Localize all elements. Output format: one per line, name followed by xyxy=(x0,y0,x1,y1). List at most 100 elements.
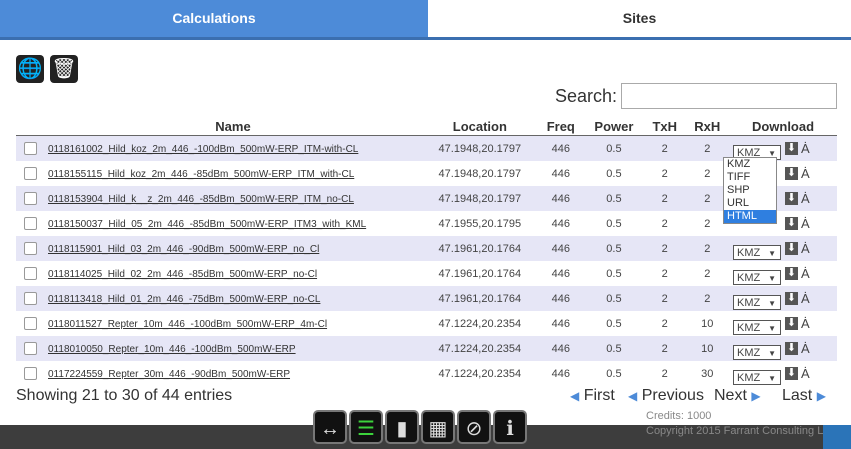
pdf-icon[interactable]: Ȧ xyxy=(801,341,810,356)
calculation-link[interactable]: 0118115901_Hild_03_2m_446_-90dBm_500mW-E… xyxy=(48,244,319,255)
name-cell: 0118153904_Hild_k__z_2m_446_-85dBm_500mW… xyxy=(44,186,422,211)
row-checkbox[interactable] xyxy=(23,367,37,380)
resize-arrows-icon[interactable]: ↔ xyxy=(313,410,347,444)
power-cell: 0.5 xyxy=(583,236,644,261)
table-row: 0118113418_Hild_01_2m_446_-75dBm_500mW-E… xyxy=(16,286,837,311)
pager-previous[interactable]: ◀ Previous xyxy=(628,387,704,405)
format-dropdown-list[interactable]: KMZ TIFF SHP URL HTML xyxy=(723,157,777,224)
header-freq[interactable]: Freq xyxy=(537,117,584,136)
header-name[interactable]: Name xyxy=(44,117,422,136)
freq-cell: 446 xyxy=(537,161,584,186)
row-checkbox[interactable] xyxy=(23,167,37,180)
download-icon[interactable]: ⬇ xyxy=(785,217,798,230)
dropdown-option[interactable]: HTML xyxy=(724,210,776,223)
download-icon[interactable]: ⬇ xyxy=(785,242,798,255)
power-cell: 0.5 xyxy=(583,135,644,161)
dropdown-option[interactable]: URL xyxy=(724,197,776,210)
row-checkbox[interactable] xyxy=(23,192,37,205)
download-icon[interactable]: ⬇ xyxy=(785,167,798,180)
pager-next[interactable]: Next ▶ xyxy=(714,387,761,405)
first-label: First xyxy=(583,387,615,404)
header-txh[interactable]: TxH xyxy=(643,117,686,136)
pager-first[interactable]: ◀ First xyxy=(570,387,615,405)
pdf-icon[interactable]: Ȧ xyxy=(801,316,810,331)
calculation-link[interactable]: 0118155115_Hild_koz_2m_446_-85dBm_500mW-… xyxy=(48,169,354,180)
row-checkbox[interactable] xyxy=(23,142,37,155)
table-row: 0118011527_Repter_10m_446_-100dBm_500mW-… xyxy=(16,311,837,336)
calculation-link[interactable]: 0118114025_Hild_02_2m_446_-85dBm_500mW-E… xyxy=(48,269,317,280)
header-location[interactable]: Location xyxy=(422,117,538,136)
download-icon[interactable]: ⬇ xyxy=(785,267,798,280)
location-cell: 47.1961,20.1764 xyxy=(422,261,538,286)
bar-chart-icon[interactable]: ▮ xyxy=(385,410,419,444)
pdf-icon[interactable]: Ȧ xyxy=(801,266,810,281)
download-icon[interactable]: ⬇ xyxy=(785,367,798,380)
pager-last[interactable]: Last ▶ xyxy=(782,387,826,405)
format-select[interactable]: KMZ ▼ xyxy=(733,295,781,310)
freq-cell: 446 xyxy=(537,261,584,286)
header-power[interactable]: Power xyxy=(583,117,644,136)
calculation-link[interactable]: 0118010050_Repter_10m_446_-100dBm_500mW-… xyxy=(48,344,296,355)
row-checkbox[interactable] xyxy=(23,317,37,330)
pdf-icon[interactable]: Ȧ xyxy=(801,366,810,381)
format-select[interactable]: KMZ ▼ xyxy=(733,270,781,285)
calculation-link[interactable]: 0118153904_Hild_k__z_2m_446_-85dBm_500mW… xyxy=(48,194,354,205)
pdf-icon[interactable]: Ȧ xyxy=(801,241,810,256)
download-icon[interactable]: ⬇ xyxy=(785,192,798,205)
download-cell: KMZ ▼ ⬇ Ȧ xyxy=(729,336,837,361)
row-checkbox-cell xyxy=(16,135,44,161)
location-cell: 47.1948,20.1797 xyxy=(422,186,538,211)
row-checkbox[interactable] xyxy=(23,267,37,280)
download-icon[interactable]: ⬇ xyxy=(785,317,798,330)
row-checkbox[interactable] xyxy=(23,242,37,255)
location-cell: 47.1948,20.1797 xyxy=(422,161,538,186)
dropdown-option[interactable]: SHP xyxy=(724,184,776,197)
location-cell: 47.1224,20.2354 xyxy=(422,311,538,336)
header-rxh[interactable]: RxH xyxy=(685,117,729,136)
freq-cell: 446 xyxy=(537,236,584,261)
dropdown-option[interactable]: TIFF xyxy=(724,171,776,184)
info-icon[interactable]: ℹ xyxy=(493,410,527,444)
format-select[interactable]: KMZ ▼ xyxy=(733,370,781,385)
row-checkbox[interactable] xyxy=(23,292,37,305)
location-cell: 47.1955,20.1795 xyxy=(422,211,538,236)
pdf-icon[interactable]: Ȧ xyxy=(801,291,810,306)
name-cell: 0118114025_Hild_02_2m_446_-85dBm_500mW-E… xyxy=(44,261,422,286)
dropdown-option[interactable]: KMZ xyxy=(724,158,776,171)
calculation-link[interactable]: 0118150037_Hild_05_2m_446_-85dBm_500mW-E… xyxy=(48,219,366,230)
calculation-link[interactable]: 0117224559_Repter_30m_446_-90dBm_500mW-E… xyxy=(48,369,290,380)
tab-calculations[interactable]: Calculations xyxy=(0,0,428,37)
download-icon[interactable]: ⬇ xyxy=(785,142,798,155)
tab-sites[interactable]: Sites xyxy=(428,0,851,37)
row-checkbox-cell xyxy=(16,261,44,286)
trash-icon[interactable]: 🗑 xyxy=(50,55,78,83)
calculation-link[interactable]: 0118011527_Repter_10m_446_-100dBm_500mW-… xyxy=(48,319,327,330)
database-icon[interactable]: ☰ xyxy=(349,410,383,444)
name-cell: 0118010050_Repter_10m_446_-100dBm_500mW-… xyxy=(44,336,422,361)
download-icon[interactable]: ⬇ xyxy=(785,292,798,305)
download-cell: KMZ ▼ ⬇ Ȧ xyxy=(729,236,837,261)
row-checkbox[interactable] xyxy=(23,342,37,355)
search-input[interactable] xyxy=(621,83,837,109)
calculation-link[interactable]: 0118161002_Hild_koz_2m_446_-100dBm_500mW… xyxy=(48,144,358,155)
txh-cell: 2 xyxy=(643,236,686,261)
txh-cell: 2 xyxy=(643,286,686,311)
download-icon[interactable]: ⬇ xyxy=(785,342,798,355)
calculation-link[interactable]: 0118113418_Hild_01_2m_446_-75dBm_500mW-E… xyxy=(48,294,320,305)
pdf-icon[interactable]: Ȧ xyxy=(801,191,810,206)
last-label: Last xyxy=(782,387,813,404)
block-icon[interactable]: ⊘ xyxy=(457,410,491,444)
name-cell: 0118161002_Hild_koz_2m_446_-100dBm_500mW… xyxy=(44,135,422,161)
rxh-cell: 2 xyxy=(685,261,729,286)
format-select[interactable]: KMZ ▼ xyxy=(733,345,781,360)
globe-icon[interactable]: 🌐 xyxy=(16,55,44,83)
format-select[interactable]: KMZ ▼ xyxy=(733,245,781,260)
pdf-icon[interactable]: Ȧ xyxy=(801,166,810,181)
pdf-icon[interactable]: Ȧ xyxy=(801,141,810,156)
row-checkbox[interactable] xyxy=(23,217,37,230)
grid-icon[interactable]: ▦ xyxy=(421,410,455,444)
pdf-icon[interactable]: Ȧ xyxy=(801,216,810,231)
format-select[interactable]: KMZ ▼ xyxy=(733,320,781,335)
previous-label: Previous xyxy=(641,387,704,404)
txh-cell: 2 xyxy=(643,186,686,211)
